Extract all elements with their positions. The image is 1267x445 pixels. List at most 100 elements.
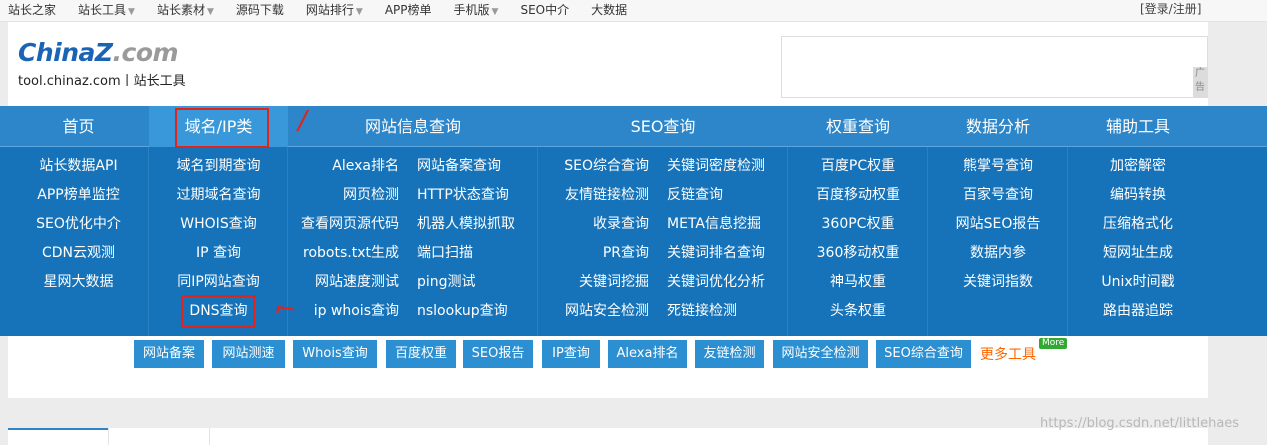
nav-link[interactable]: 压缩格式化 [1068,215,1208,233]
nav-link[interactable]: 360PC权重 [788,215,928,233]
nav-link[interactable]: 站长数据API [8,157,149,175]
nav-link[interactable]: 域名到期查询 [149,157,288,175]
nav-link[interactable]: 360移动权重 [788,244,928,262]
nav-link[interactable]: META信息挖掘 [667,215,787,233]
chevron-down-icon: ▼ [128,7,135,17]
nav-link[interactable]: 头条权重 [788,302,928,320]
logo-text: China [18,38,95,67]
nav-link[interactable]: 加密解密 [1068,157,1208,175]
quick-link-button[interactable]: SEO综合查询 [876,340,971,368]
top-nav-item[interactable]: APP榜单 [385,2,432,21]
nav-link[interactable]: nslookup查询 [417,302,537,320]
nav-link[interactable]: 网页检测 [288,186,399,204]
nav-link[interactable]: APP榜单监控 [8,186,149,204]
logo-subtitle: tool.chinaz.com丨站长工具 [18,74,186,89]
quick-link-button[interactable]: 百度权重 [386,340,456,368]
quick-link-button[interactable]: SEO报告 [463,340,533,368]
quick-link-button[interactable]: Whois查询 [293,340,377,368]
top-nav-label: 手机版 [453,3,490,17]
top-nav-item[interactable]: 站长之家 [8,2,56,21]
top-nav-item[interactable]: 源码下载 [236,2,284,21]
top-nav-label: 源码下载 [235,3,284,17]
nav-link[interactable]: 百家号查询 [928,186,1068,204]
quick-link-button[interactable]: 网站安全检测 [773,340,868,368]
nav-link[interactable]: 同IP网站查询 [149,273,288,291]
nav-link[interactable]: 网站备案查询 [417,157,537,175]
nav-link[interactable]: 数据内参 [928,244,1068,262]
quick-link-button[interactable]: IP查询 [542,340,600,368]
top-nav-item[interactable]: 站长工具 ▼ [78,2,135,21]
top-bar: 站长之家 站长工具 ▼ 站长素材 ▼ 源码下载 网站排行 ▼ APP榜单 手机版 ▼ SEO中介 大数据… [0,0,1267,22]
nav-link[interactable]: ping测试 [417,273,537,291]
nav-link[interactable]: 网站安全检测 [538,302,649,320]
nav-link[interactable]: 端口扫描 [417,244,537,262]
nav-link[interactable]: robots.txt生成 [288,244,399,262]
nav-link[interactable]: 友情链接检测 [538,186,649,204]
nav-link[interactable]: SEO优化中介 [8,215,149,233]
nav-link[interactable]: 短网址生成 [1068,244,1208,262]
top-nav-item[interactable]: 站长素材 ▼ [157,2,214,21]
top-nav-item[interactable]: SEO中介 [520,2,569,21]
nav-link[interactable]: 网站速度测试 [288,273,399,291]
nav-link[interactable]: Alexa排名 [288,157,399,175]
nav-link[interactable]: 过期域名查询 [149,186,288,204]
content-tab[interactable] [108,428,210,445]
top-nav-label: APP榜单 [384,3,432,17]
nav-link[interactable]: 机器人模拟抓取 [417,215,537,233]
top-nav-item[interactable]: 手机版 ▼ [454,2,499,21]
tab-data-analysis[interactable]: 数据分析 [928,106,1068,147]
quick-link-button[interactable]: 网站测速 [212,340,285,368]
login-link[interactable]: [登录/注册] [1140,1,1201,18]
nav-link[interactable]: WHOIS查询 [149,215,288,233]
more-tools-link[interactable]: 更多工具 [980,344,1036,364]
nav-link[interactable]: 编码转换 [1068,186,1208,204]
site-logo[interactable]: ChinaZ.com tool.chinaz.com丨站长工具 [18,38,186,90]
nav-link[interactable]: 百度移动权重 [788,186,928,204]
top-nav-label: 网站排行 [305,3,354,17]
nav-link[interactable]: 关键词挖掘 [538,273,649,291]
nav-link[interactable]: HTTP状态查询 [417,186,537,204]
tab-aux-tools[interactable]: 辅助工具 [1068,106,1208,147]
top-nav-item[interactable]: 大数据 [591,2,627,21]
nav-link[interactable]: 百度PC权重 [788,157,928,175]
nav-link[interactable]: 查看网页源代码 [288,215,399,233]
nav-link[interactable]: 网站SEO报告 [928,215,1068,233]
nav-link[interactable]: 关键词排名查询 [667,244,787,262]
quick-link-button[interactable]: Alexa排名 [608,340,687,368]
nav-link[interactable]: 反链查询 [667,186,787,204]
nav-link[interactable]: 路由器追踪 [1068,302,1208,320]
nav-link[interactable]: PR查询 [538,244,649,262]
chevron-down-icon: ▼ [206,7,214,17]
top-nav-label: 站长工具 [78,3,127,17]
nav-link[interactable]: SEO综合查询 [538,157,649,175]
quick-link-button[interactable]: 友链检测 [695,340,764,368]
nav-link[interactable]: 关键词指数 [928,273,1068,291]
nav-link[interactable]: 关键词密度检测 [667,157,787,175]
annotation-mark-1: / [298,106,307,136]
nav-link[interactable]: 星网大数据 [8,273,149,291]
ad-banner[interactable]: 广告 [781,36,1208,98]
nav-link[interactable]: 关键词优化分析 [667,273,787,291]
top-nav-label: 大数据 [591,3,628,17]
content-tab-active[interactable] [8,428,108,445]
quick-link-button[interactable]: 网站备案 [134,340,204,368]
nav-link[interactable]: Unix时间戳 [1068,273,1208,291]
top-nav-label: SEO中介 [520,3,570,17]
top-nav-item[interactable]: 网站排行 ▼ [306,2,363,21]
nav-link[interactable]: 死链接检测 [667,302,787,320]
tab-home[interactable]: 首页 [8,106,149,147]
tab-weight[interactable]: 权重查询 [788,106,928,147]
nav-link[interactable]: 熊掌号查询 [928,157,1068,175]
nav-link[interactable]: 收录查询 [538,215,649,233]
nav-link[interactable]: ip whois查询 [288,302,399,320]
tab-site-info[interactable]: 网站信息查询 [288,106,538,147]
ad-label: 广告 [1193,67,1207,97]
nav-link[interactable]: 神马权重 [788,273,928,291]
top-nav-label: 站长之家 [8,3,57,17]
nav-link[interactable]: CDN云观测 [8,244,149,262]
nav-link[interactable]: IP 查询 [149,244,288,262]
logo-z: Z [94,38,113,67]
watermark: https://blog.csdn.net/littlehaes [1040,416,1240,431]
col-data [928,147,1068,336]
tab-seo[interactable]: SEO查询 [538,106,788,147]
